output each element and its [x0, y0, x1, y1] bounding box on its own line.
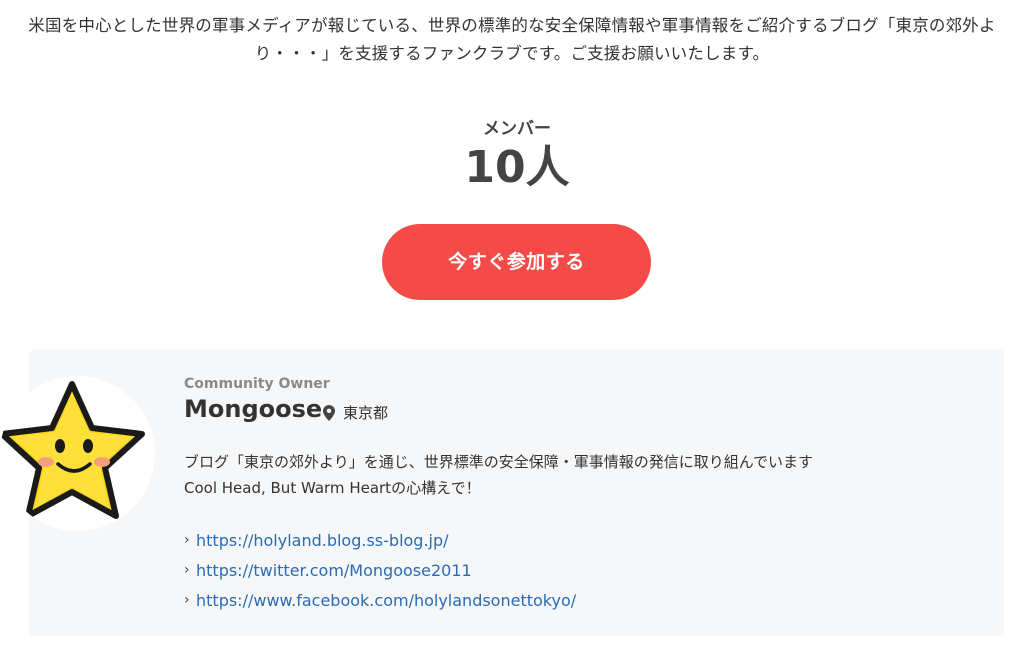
- community-description: 米国を中心とした世界の軍事メディアが報じている、世界の標準的な安全保障情報や軍事…: [28, 16, 996, 63]
- twitter-link[interactable]: https://twitter.com/Mongoose2011: [196, 561, 472, 580]
- owner-location-text: 東京都: [343, 404, 389, 422]
- owner-links: › https://holyland.blog.ss-blog.jp/ › ht…: [184, 525, 576, 615]
- owner-bio-line: Cool Head, But Warm Heartの心構えで！: [184, 479, 481, 497]
- facebook-link[interactable]: https://www.facebook.com/holylandsonetto…: [196, 591, 576, 610]
- members-count: 10人: [464, 142, 570, 193]
- chevron-right-icon: ›: [184, 592, 190, 608]
- owner-link-item: › https://www.facebook.com/holylandsonet…: [184, 585, 576, 615]
- map-pin-icon: [323, 404, 335, 421]
- smiling-star-icon: [0, 381, 145, 519]
- chevron-right-icon: ›: [184, 532, 190, 548]
- owner-bio-line: ブログ「東京の郊外より」を通じ、世界標準の安全保障・軍事情報の発信に取り組んでい…: [184, 453, 813, 471]
- chevron-right-icon: ›: [184, 562, 190, 578]
- blog-link[interactable]: https://holyland.blog.ss-blog.jp/: [196, 531, 449, 550]
- join-now-button[interactable]: 今すぐ参加する: [382, 224, 651, 300]
- members-label: メンバー: [483, 119, 551, 139]
- owner-location: 東京都: [323, 402, 388, 423]
- owner-link-item: › https://twitter.com/Mongoose2011: [184, 555, 576, 585]
- owner-bio: ブログ「東京の郊外より」を通じ、世界標準の安全保障・軍事情報の発信に取り組んでい…: [184, 449, 984, 501]
- owner-link-item: › https://holyland.blog.ss-blog.jp/: [184, 525, 576, 555]
- owner-name[interactable]: Mongoose: [184, 395, 322, 423]
- owner-avatar: [0, 376, 155, 531]
- owner-role-label: Community Owner: [184, 376, 330, 392]
